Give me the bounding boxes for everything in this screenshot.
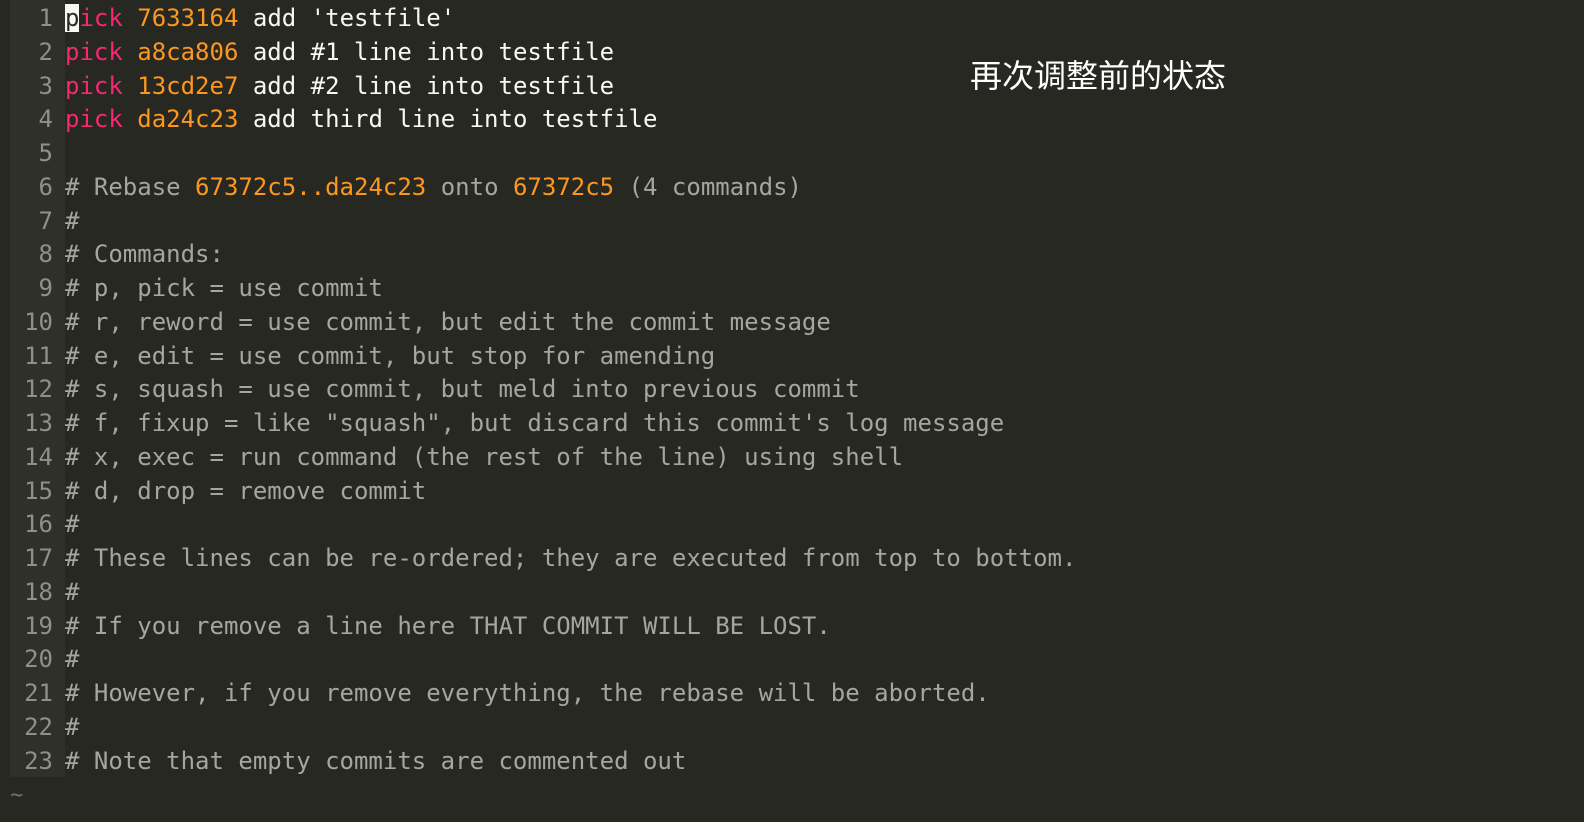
line-number: 7 bbox=[38, 206, 53, 235]
line-content[interactable]: # Rebase 67372c5..da24c23 onto 67372c5 (… bbox=[65, 171, 802, 205]
comment-text[interactable]: # Note that empty commits are commented … bbox=[65, 745, 686, 779]
line-content[interactable]: pick da24c23 add third line into testfil… bbox=[65, 103, 657, 137]
rebase-command: pick bbox=[65, 105, 123, 134]
comment-text[interactable]: # Commands: bbox=[65, 238, 224, 272]
editor-line[interactable]: 19 # If you remove a line here THAT COMMI… bbox=[10, 610, 1410, 644]
commit-hash: da24c23 bbox=[325, 172, 427, 201]
comment-text[interactable]: # bbox=[65, 508, 79, 542]
text-buffer[interactable]: 1 pick 7633164 add 'testfile' 2 pick a8c… bbox=[10, 2, 1410, 778]
line-number: 21 bbox=[24, 679, 53, 707]
commit-hash: 67372c5 bbox=[512, 172, 615, 201]
line-number: 12 bbox=[24, 375, 53, 404]
line-number: 20 bbox=[24, 645, 53, 674]
line-number: 4 bbox=[38, 105, 53, 134]
comment-text: # Rebase bbox=[65, 172, 196, 201]
range-separator: .. bbox=[296, 172, 326, 201]
text-cursor: p bbox=[65, 4, 80, 32]
annotation-caption: 再次调整前的状态 bbox=[970, 57, 1227, 95]
line-number: 10 bbox=[24, 307, 53, 336]
editor-line[interactable]: 6 # Rebase 67372c5..da24c23 onto 67372c5… bbox=[10, 171, 1410, 205]
editor-line[interactable]: 5 bbox=[10, 137, 1410, 171]
line-number: 6 bbox=[38, 172, 53, 201]
comment-text[interactable]: # x, exec = run command (the rest of the… bbox=[65, 441, 903, 475]
line-number: 18 bbox=[24, 577, 53, 606]
editor-line[interactable]: 18 # bbox=[10, 576, 1410, 610]
comment-text[interactable]: # d, drop = remove commit bbox=[65, 475, 426, 509]
line-content[interactable]: pick 13cd2e7 add #2 line into testfile bbox=[65, 70, 614, 104]
commit-hash: 13cd2e7 bbox=[137, 71, 239, 100]
line-content[interactable]: pick 7633164 add 'testfile' bbox=[65, 2, 455, 36]
line-number: 17 bbox=[24, 544, 53, 572]
line-content[interactable]: pick a8ca806 add #1 line into testfile bbox=[65, 36, 614, 70]
end-of-buffer-marker: ~ bbox=[10, 783, 24, 808]
commit-hash: 67372c5 bbox=[195, 172, 297, 201]
comment-text[interactable]: # These lines can be re-ordered; they ar… bbox=[65, 542, 1076, 576]
vim-editor[interactable]: 1 pick 7633164 add 'testfile' 2 pick a8c… bbox=[0, 0, 1584, 822]
line-number: 13 bbox=[24, 409, 53, 437]
editor-line[interactable]: 4 pick da24c23 add third line into testf… bbox=[10, 103, 1410, 137]
line-number: 9 bbox=[38, 274, 53, 302]
line-number: 14 bbox=[24, 442, 53, 471]
line-number: 15 bbox=[24, 476, 53, 505]
commit-message: add 'testfile' bbox=[252, 4, 456, 32]
editor-line[interactable]: 9 # p, pick = use commit bbox=[10, 272, 1410, 306]
editor-line[interactable]: 21 # However, if you remove everything, t… bbox=[10, 677, 1410, 711]
line-number: 1 bbox=[38, 4, 53, 32]
editor-line[interactable]: 13 # f, fixup = like "squash", but discar… bbox=[10, 407, 1410, 441]
line-number: 2 bbox=[38, 37, 53, 66]
editor-line[interactable]: 8 # Commands: bbox=[10, 238, 1410, 272]
commit-message: add #1 line into testfile bbox=[252, 37, 615, 66]
commit-message: add #2 line into testfile bbox=[252, 71, 615, 100]
comment-text[interactable]: # bbox=[65, 576, 79, 610]
line-number: 5 bbox=[38, 139, 53, 167]
editor-line[interactable]: 10 # r, reword = use commit, but edit the… bbox=[10, 306, 1410, 340]
comment-text: onto bbox=[426, 172, 513, 201]
rebase-command: pick bbox=[65, 71, 123, 100]
comment-text[interactable]: # p, pick = use commit bbox=[65, 272, 383, 306]
editor-line[interactable]: 11 # e, edit = use commit, but stop for a… bbox=[10, 340, 1410, 374]
line-number: 11 bbox=[24, 341, 53, 370]
comment-text: (4 commands) bbox=[614, 172, 802, 201]
commit-message: add third line into testfile bbox=[252, 105, 658, 134]
line-number: 16 bbox=[24, 510, 53, 539]
comment-text[interactable]: # bbox=[65, 643, 79, 677]
rebase-command: ick bbox=[79, 4, 123, 32]
comment-text[interactable]: # However, if you remove everything, the… bbox=[65, 677, 990, 711]
line-number: 19 bbox=[24, 611, 53, 640]
editor-line[interactable]: 20 # bbox=[10, 643, 1410, 677]
comment-text[interactable]: # s, squash = use commit, but meld into … bbox=[65, 373, 860, 407]
commit-hash: a8ca806 bbox=[137, 37, 239, 66]
editor-line[interactable]: 17 # These lines can be re-ordered; they … bbox=[10, 542, 1410, 576]
editor-line[interactable]: 16 # bbox=[10, 508, 1410, 542]
editor-line[interactable]: 23 # Note that empty commits are commente… bbox=[10, 745, 1410, 779]
line-number: 3 bbox=[38, 71, 53, 100]
commit-hash: da24c23 bbox=[137, 105, 239, 134]
editor-line[interactable]: 7 # bbox=[10, 205, 1410, 239]
line-number: 23 bbox=[24, 746, 53, 775]
comment-text[interactable]: # bbox=[65, 711, 79, 745]
comment-text[interactable]: # r, reword = use commit, but edit the c… bbox=[65, 306, 831, 340]
comment-text[interactable]: # If you remove a line here THAT COMMIT … bbox=[65, 610, 831, 644]
editor-line[interactable]: 15 # d, drop = remove commit bbox=[10, 475, 1410, 509]
commit-hash: 7633164 bbox=[137, 4, 239, 32]
editor-line[interactable]: 12 # s, squash = use commit, but meld int… bbox=[10, 373, 1410, 407]
comment-text[interactable]: # bbox=[65, 205, 79, 239]
comment-text[interactable]: # e, edit = use commit, but stop for ame… bbox=[65, 340, 715, 374]
comment-text[interactable]: # f, fixup = like "squash", but discard … bbox=[65, 407, 1004, 441]
line-number: 8 bbox=[38, 240, 53, 269]
editor-line[interactable]: 14 # x, exec = run command (the rest of t… bbox=[10, 441, 1410, 475]
rebase-command: pick bbox=[65, 37, 123, 66]
editor-line[interactable]: 1 pick 7633164 add 'testfile' bbox=[10, 2, 1410, 36]
line-number: 22 bbox=[24, 712, 53, 741]
editor-line[interactable]: 22 # bbox=[10, 711, 1410, 745]
